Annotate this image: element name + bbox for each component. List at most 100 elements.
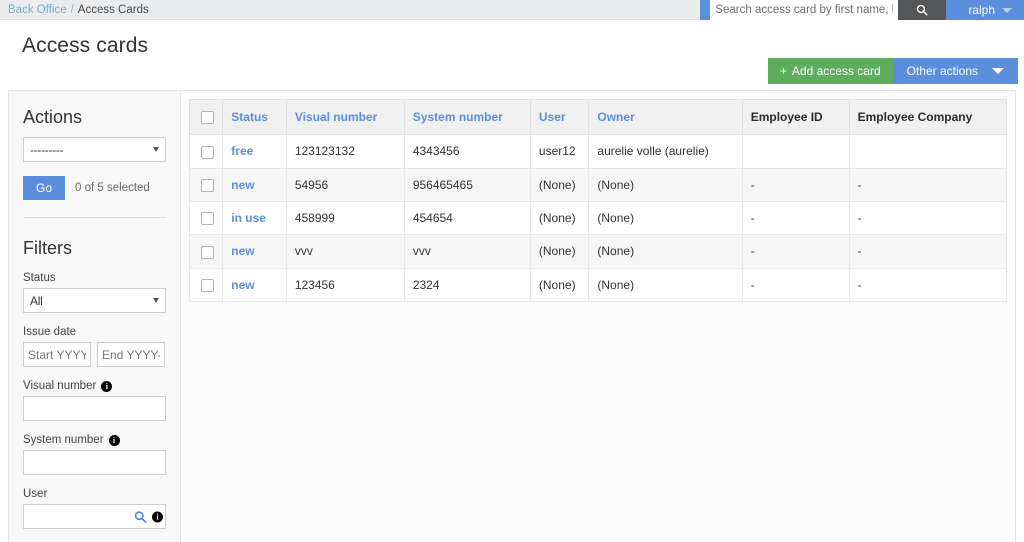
cell-status: new — [222, 267, 287, 302]
column-header-system-number[interactable]: System number — [403, 98, 531, 136]
filters-heading: Filters — [23, 238, 72, 258]
chevron-down-icon — [153, 147, 159, 152]
cell-employee-company — [848, 134, 1008, 169]
cell-user: (None) — [529, 200, 590, 236]
row-checkbox[interactable] — [201, 145, 214, 159]
filter-issue-date-label-text: Issue date — [23, 326, 77, 338]
cell-system-number: 4343456 — [403, 134, 531, 169]
cell-employee-id: - — [741, 267, 850, 302]
column-header-user[interactable]: User — [529, 98, 590, 136]
cell-owner: aurelie volle (aurelie) — [588, 134, 743, 169]
cell-system-number: 956465465 — [403, 167, 531, 202]
breadcrumb-back-office-link[interactable]: Back Office — [8, 4, 67, 16]
cell-user: (None) — [529, 267, 590, 302]
row-select-cell — [188, 267, 224, 302]
info-icon[interactable]: i — [152, 511, 163, 522]
select-all-checkbox[interactable] — [201, 111, 214, 125]
table-row: new vvv vvv (None) (None) - - — [188, 234, 1008, 269]
row-select-cell — [188, 134, 224, 169]
row-checkbox[interactable] — [201, 278, 214, 292]
filter-system-number-label: System number i — [23, 434, 166, 446]
cell-visual-number: 123456 — [285, 267, 405, 302]
chevron-down-icon — [992, 68, 1004, 74]
sidebar-divider — [23, 217, 166, 218]
table-head: Status Visual number System number User … — [188, 98, 1008, 136]
status-link[interactable]: free — [231, 144, 253, 158]
cell-status: in use — [222, 200, 287, 236]
breadcrumb-current: Access Cards — [77, 3, 149, 16]
page-title: Access cards — [22, 34, 149, 57]
row-checkbox[interactable] — [201, 245, 214, 259]
results-area: Status Visual number System number User … — [181, 91, 1015, 542]
cell-employee-company: - — [848, 234, 1008, 269]
filter-issue-date-end-input[interactable] — [97, 342, 165, 367]
search-icon — [917, 4, 928, 16]
search-icon[interactable] — [134, 510, 147, 523]
search-input[interactable] — [710, 0, 899, 20]
row-checkbox[interactable] — [201, 178, 214, 192]
filter-system-number-input[interactable] — [23, 450, 166, 475]
info-icon[interactable]: i — [108, 434, 120, 446]
filter-visual-number-label-text: Visual number — [23, 380, 97, 392]
chevron-down-icon — [1002, 7, 1012, 13]
filter-visual-number-input[interactable] — [23, 396, 166, 421]
global-search — [710, 0, 947, 20]
filter-status-label: Status — [23, 272, 166, 284]
status-link[interactable]: new — [231, 178, 254, 192]
other-actions-label: Other actions — [906, 64, 978, 78]
status-link[interactable]: new — [231, 244, 254, 258]
status-link[interactable]: new — [231, 278, 254, 292]
status-link[interactable]: in use — [231, 211, 266, 225]
add-access-card-button[interactable]: + Add access card — [767, 58, 893, 84]
table-body: free 123123132 4343456 user12 aurelie vo… — [188, 134, 1008, 302]
cell-status: new — [222, 234, 287, 269]
row-select-cell — [188, 234, 224, 269]
breadcrumb-separator: / — [70, 3, 74, 16]
cell-visual-number: 458999 — [285, 200, 405, 236]
column-header-owner[interactable]: Owner — [588, 98, 743, 136]
cell-visual-number: vvv — [285, 234, 405, 269]
chevron-down-icon — [153, 298, 159, 303]
table-header-row: Status Visual number System number User … — [188, 98, 1008, 136]
column-header-visual-number[interactable]: Visual number — [285, 98, 405, 136]
cell-user: (None) — [529, 234, 590, 269]
filter-status-select[interactable]: All — [23, 288, 166, 313]
select-all-header — [188, 98, 224, 136]
cell-owner: (None) — [588, 234, 743, 269]
other-actions-button[interactable]: Other actions — [892, 58, 1018, 84]
filter-status-label-text: Status — [23, 272, 56, 284]
add-access-card-label: Add access card — [791, 64, 881, 78]
filter-issue-date-start-input[interactable] — [23, 342, 91, 367]
cell-visual-number: 123123132 — [285, 134, 405, 169]
action-select-value: --------- — [30, 142, 64, 157]
actions-heading: Actions — [23, 107, 83, 127]
selected-count-label: 0 of 5 selected — [75, 182, 150, 194]
table-row: in use 458999 454654 (None) (None) - - — [188, 200, 1008, 236]
filter-user-row: i — [23, 504, 166, 529]
search-button[interactable] — [898, 0, 947, 20]
info-icon[interactable]: i — [101, 380, 113, 392]
cell-employee-id: - — [741, 200, 850, 236]
filter-user-label: User — [23, 488, 166, 500]
cell-employee-company: - — [848, 200, 1008, 236]
table-row: free 123123132 4343456 user12 aurelie vo… — [188, 134, 1008, 169]
column-header-employee-id: Employee ID — [741, 98, 850, 136]
row-select-cell — [188, 200, 224, 236]
row-checkbox[interactable] — [201, 212, 214, 226]
cell-status: free — [222, 134, 287, 169]
cell-visual-number: 54956 — [285, 167, 405, 202]
cell-employee-id — [741, 134, 850, 169]
sidebar: Actions --------- Go 0 of 5 selected Fil… — [9, 91, 181, 542]
content-panel: Actions --------- Go 0 of 5 selected Fil… — [8, 90, 1016, 542]
cell-system-number: vvv — [403, 234, 531, 269]
breadcrumb: Back Office / Access Cards — [8, 4, 149, 16]
access-cards-table: Status Visual number System number User … — [188, 98, 1008, 302]
filter-issue-date-label: Issue date — [23, 326, 166, 338]
go-button[interactable]: Go — [23, 176, 66, 200]
column-header-status[interactable]: Status — [222, 98, 287, 136]
action-select[interactable]: --------- — [23, 137, 166, 162]
cell-employee-id: - — [741, 167, 850, 202]
filter-issue-date-row — [23, 342, 166, 367]
table-row: new 123456 2324 (None) (None) - - — [188, 267, 1008, 302]
user-menu[interactable]: ralph — [946, 0, 1024, 20]
